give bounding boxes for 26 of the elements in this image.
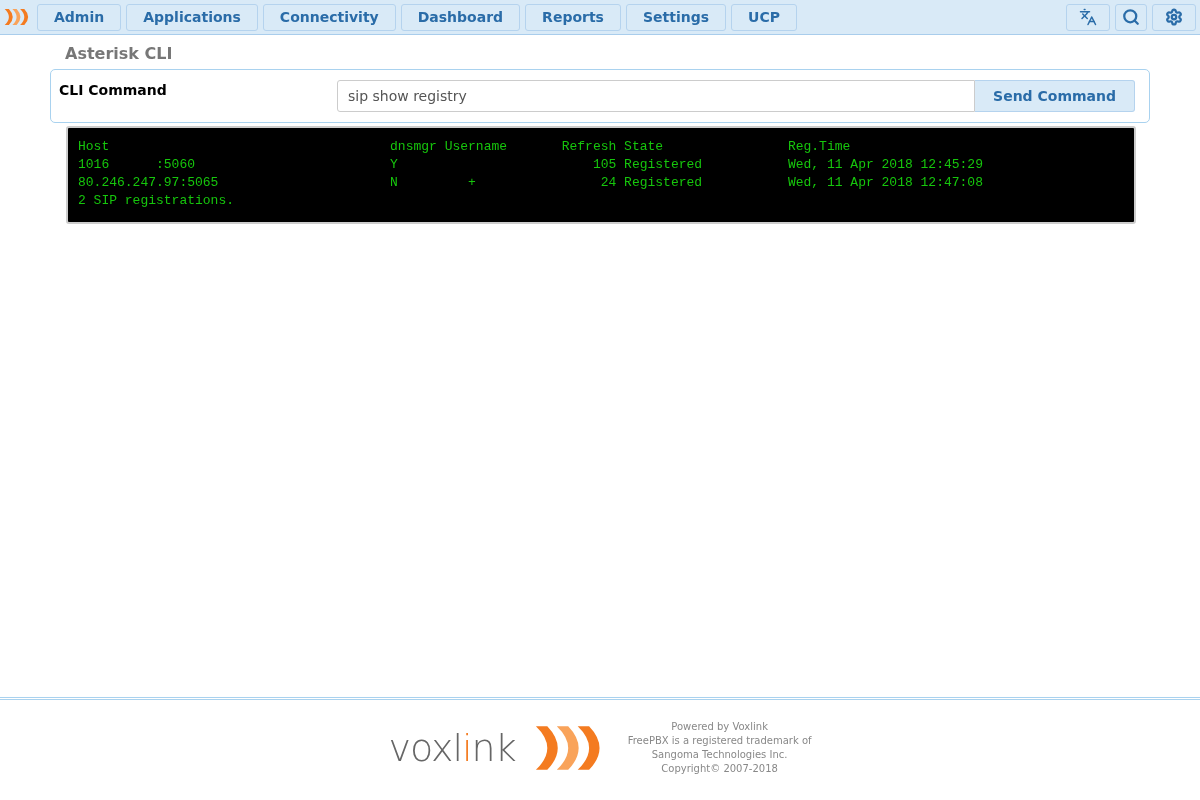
nav-tab[interactable]: Settings xyxy=(625,3,727,31)
output-line: 80.246.247.97:5065 N + 24 Registered Wed, 11 Apr 2018 12:47:08 xyxy=(78,174,984,192)
nav-tab[interactable]: Applications xyxy=(126,3,258,31)
settings-icon xyxy=(1165,8,1183,26)
translate-icon xyxy=(1079,8,1097,26)
page-title: Asterisk CLI xyxy=(65,44,174,63)
nav-tab[interactable]: UCP xyxy=(731,3,797,31)
nav-tab[interactable]: Dashboard xyxy=(400,3,521,31)
send-command-button[interactable]: Send Command xyxy=(975,80,1135,112)
logo-wordmark: voxlink xyxy=(388,726,516,770)
output-line: 1016 :5060 Y 105 Registered Wed, 11 Apr 2018 12:45:29 xyxy=(78,156,984,174)
nav-tab[interactable]: Reports xyxy=(525,3,621,31)
output-line: Host dnsmgr Username Refresh State Reg.Time xyxy=(78,138,852,156)
field-label: CLI Command xyxy=(59,81,168,98)
search-button[interactable] xyxy=(1115,3,1147,31)
nav-tab[interactable]: Connectivity xyxy=(262,3,396,31)
command-input[interactable]: sip show registry xyxy=(337,80,976,112)
footer-text: Powered by Voxlink xyxy=(670,720,769,734)
search-icon xyxy=(1122,8,1140,26)
output-line: 2 SIP registrations. xyxy=(78,192,236,210)
footer-text: FreePBX is a registered trademark of xyxy=(627,734,812,748)
footer-text: Sangoma Technologies Inc. xyxy=(650,748,789,762)
footer-text: Copyright© 2007-2018 xyxy=(660,762,779,776)
settings-button[interactable] xyxy=(1152,3,1196,31)
nav-tab[interactable]: Admin xyxy=(37,3,122,31)
language-button[interactable] xyxy=(1066,3,1110,31)
